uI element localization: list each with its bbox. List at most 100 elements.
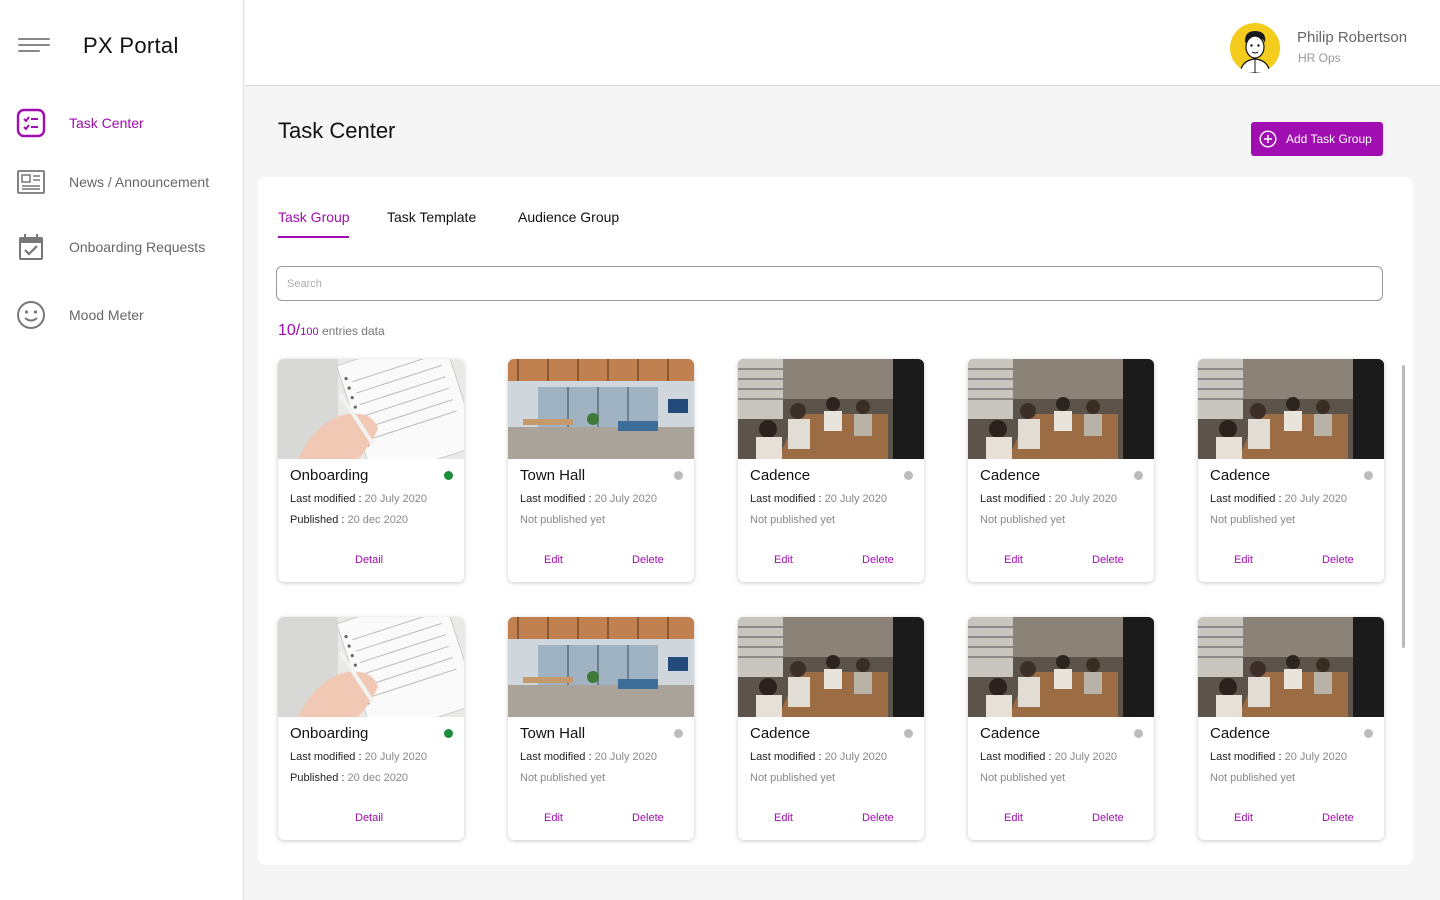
last-modified-label: Last modified :	[750, 751, 822, 763]
task-group-card[interactable]: Town Hall Last modified : 20 July 2020 N…	[508, 359, 694, 582]
status-dot	[904, 471, 913, 480]
task-group-card[interactable]: Onboarding Last modified : 20 July 2020 …	[278, 617, 464, 840]
add-task-group-button[interactable]: Add Task Group	[1251, 122, 1383, 156]
last-modified: Last modified : 20 July 2020	[750, 751, 887, 763]
publish-status-text: Not published yet	[1210, 772, 1295, 784]
delete-link[interactable]: Delete	[1092, 554, 1124, 566]
task-group-card[interactable]: Cadence Last modified : 20 July 2020 Not…	[1198, 617, 1384, 840]
task-group-card[interactable]: Cadence Last modified : 20 July 2020 Not…	[968, 359, 1154, 582]
notebook-photo-icon	[278, 359, 464, 459]
card-thumbnail	[738, 359, 924, 459]
last-modified: Last modified : 20 July 2020	[750, 493, 887, 505]
user-avatar-icon	[1239, 31, 1271, 73]
sidebar-item-news-announcement[interactable]: News / Announcement	[0, 160, 243, 204]
status-dot	[674, 471, 683, 480]
status-dot	[904, 729, 913, 738]
sidebar-item-task-center[interactable]: Task Center	[0, 101, 243, 145]
delete-link[interactable]: Delete	[632, 812, 664, 824]
last-modified: Last modified : 20 July 2020	[980, 751, 1117, 763]
publish-info: Not published yet	[980, 772, 1065, 784]
edit-link[interactable]: Edit	[774, 812, 793, 824]
tab-audience-group[interactable]: Audience Group	[518, 209, 619, 225]
last-modified: Last modified : 20 July 2020	[290, 751, 427, 763]
avatar[interactable]	[1230, 23, 1280, 73]
last-modified-label: Last modified :	[980, 751, 1052, 763]
last-modified: Last modified : 20 July 2020	[520, 493, 657, 505]
last-modified-label: Last modified :	[1210, 751, 1282, 763]
scrollbar-thumb[interactable]	[1402, 365, 1405, 648]
delete-link[interactable]: Delete	[1092, 812, 1124, 824]
task-group-card[interactable]: Cadence Last modified : 20 July 2020 Not…	[1198, 359, 1384, 582]
plus-circle-icon	[1259, 130, 1277, 148]
entries-shown: 10/	[278, 322, 301, 339]
delete-link[interactable]: Delete	[1322, 554, 1354, 566]
status-dot	[674, 729, 683, 738]
active-tab-indicator	[278, 236, 349, 238]
publish-info: Not published yet	[980, 514, 1065, 526]
sidebar-item-onboarding-requests[interactable]: Onboarding Requests	[0, 225, 243, 269]
card-thumbnail	[738, 617, 924, 717]
edit-link[interactable]: Edit	[1004, 554, 1023, 566]
last-modified-label: Last modified :	[290, 751, 362, 763]
card-thumbnail	[968, 617, 1154, 717]
delete-link[interactable]: Delete	[632, 554, 664, 566]
tab-task-group[interactable]: Task Group	[278, 209, 350, 225]
publish-info: Not published yet	[750, 772, 835, 784]
publish-info: Not published yet	[520, 772, 605, 784]
delete-link[interactable]: Delete	[862, 554, 894, 566]
task-group-card[interactable]: Onboarding Last modified : 20 July 2020 …	[278, 359, 464, 582]
publish-info: Not published yet	[520, 514, 605, 526]
status-dot	[1134, 729, 1143, 738]
published-date: 20 dec 2020	[344, 514, 409, 526]
publish-status-text: Not published yet	[750, 772, 835, 784]
card-thumbnail	[968, 359, 1154, 459]
published-label: Published :	[290, 772, 345, 784]
published-date: 20 dec 2020	[344, 772, 409, 784]
card-thumbnail	[1198, 617, 1384, 717]
delete-link[interactable]: Delete	[862, 812, 894, 824]
card-title: Town Hall	[520, 467, 586, 484]
tab-task-template[interactable]: Task Template	[387, 209, 476, 225]
publish-info: Published : 20 dec 2020	[290, 772, 408, 784]
edit-link[interactable]: Edit	[544, 554, 563, 566]
meeting-photo-icon	[738, 359, 924, 459]
publish-info: Not published yet	[750, 514, 835, 526]
task-group-card[interactable]: Cadence Last modified : 20 July 2020 Not…	[968, 617, 1154, 840]
smiley-icon	[17, 301, 45, 329]
edit-link[interactable]: Edit	[544, 812, 563, 824]
meeting-photo-icon	[738, 617, 924, 717]
status-dot	[1364, 729, 1373, 738]
published-label: Published :	[290, 514, 345, 526]
task-list-icon	[16, 108, 46, 138]
last-modified: Last modified : 20 July 2020	[1210, 751, 1347, 763]
detail-link[interactable]: Detail	[355, 812, 383, 824]
edit-link[interactable]: Edit	[1004, 812, 1023, 824]
last-modified-date: 20 July 2020	[1281, 493, 1347, 505]
meeting-photo-icon	[968, 359, 1154, 459]
card-title: Onboarding	[290, 467, 369, 484]
task-group-card[interactable]: Town Hall Last modified : 20 July 2020 N…	[508, 617, 694, 840]
task-group-card[interactable]: Cadence Last modified : 20 July 2020 Not…	[738, 617, 924, 840]
publish-status-text: Not published yet	[1210, 514, 1295, 526]
card-title: Onboarding	[290, 725, 369, 742]
user-role: HR Ops	[1298, 51, 1341, 65]
delete-link[interactable]: Delete	[1322, 812, 1354, 824]
card-thumbnail	[508, 617, 694, 717]
meeting-photo-icon	[1198, 359, 1384, 459]
hamburger-menu-icon[interactable]	[18, 38, 50, 54]
publish-status-text: Not published yet	[520, 514, 605, 526]
card-thumbnail	[278, 617, 464, 717]
edit-link[interactable]: Edit	[1234, 812, 1253, 824]
last-modified: Last modified : 20 July 2020	[290, 493, 427, 505]
entries-total: 100	[300, 326, 319, 338]
last-modified-date: 20 July 2020	[1051, 493, 1117, 505]
edit-link[interactable]: Edit	[774, 554, 793, 566]
task-group-card[interactable]: Cadence Last modified : 20 July 2020 Not…	[738, 359, 924, 582]
last-modified-label: Last modified :	[980, 493, 1052, 505]
edit-link[interactable]: Edit	[1234, 554, 1253, 566]
sidebar-item-mood-meter[interactable]: Mood Meter	[0, 293, 243, 337]
search-input[interactable]	[276, 266, 1383, 301]
sidebar-item-label: Mood Meter	[69, 307, 144, 323]
detail-link[interactable]: Detail	[355, 554, 383, 566]
last-modified: Last modified : 20 July 2020	[1210, 493, 1347, 505]
